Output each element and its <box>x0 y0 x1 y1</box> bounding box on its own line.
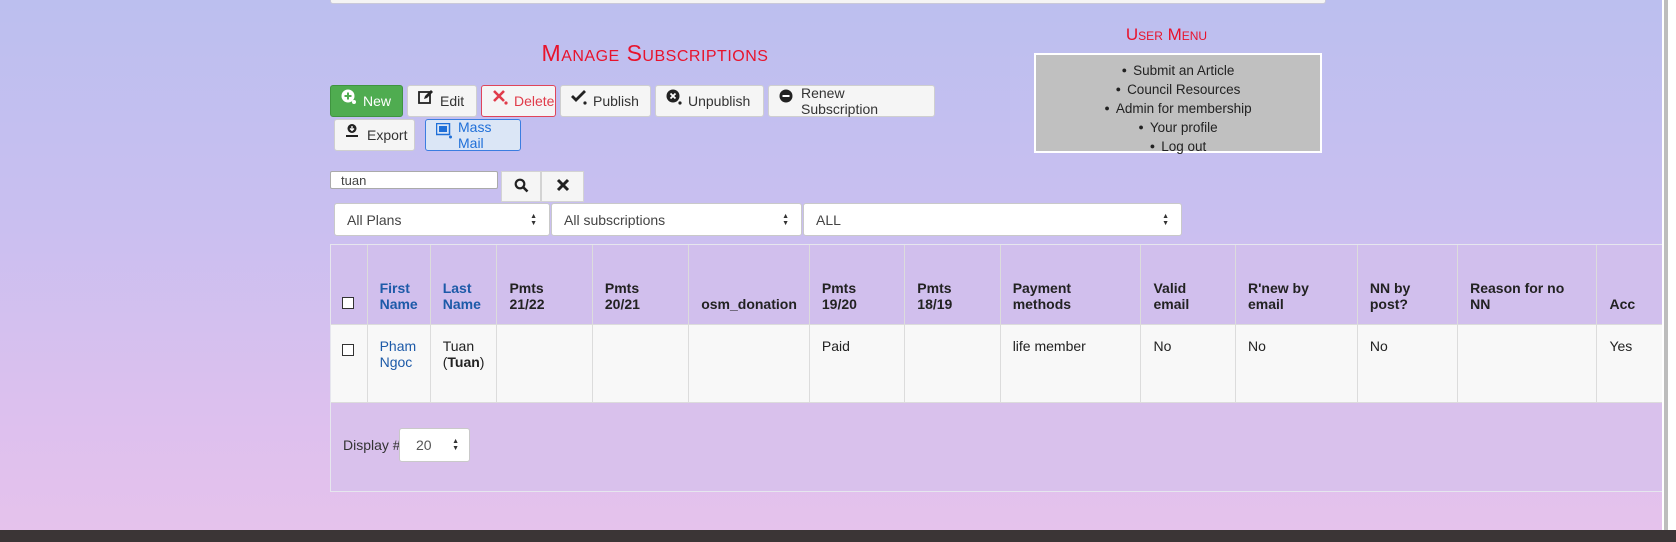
delete-button[interactable]: Delete <box>481 85 556 117</box>
user-menu-item-log-out[interactable]: Log out <box>1036 137 1320 156</box>
display-count-value: 20 <box>416 437 432 453</box>
publish-button-label: Publish <box>593 93 639 109</box>
search-button[interactable] <box>501 171 541 202</box>
renew-by-email-header: R'new by email <box>1235 245 1358 325</box>
row-select-cell <box>331 324 368 403</box>
plus-circle-icon <box>341 89 357 105</box>
pmts-2021-header: Pmts 20/21 <box>592 245 690 325</box>
chevron-updown-icon: ▲ ▼ <box>452 438 459 452</box>
user-menu-item-admin-membership[interactable]: Admin for membership <box>1036 99 1320 118</box>
delete-x-icon <box>492 89 508 105</box>
all-filter-value: ALL <box>816 211 841 228</box>
display-count-select[interactable]: 20 ▲ ▼ <box>399 428 470 462</box>
scrollbar-thumb[interactable] <box>1664 0 1668 530</box>
unpublish-button-label: Unpublish <box>688 93 751 109</box>
mass-mail-button-label: Mass Mail <box>458 119 492 151</box>
download-icon <box>345 123 361 139</box>
user-menu-title: User Menu <box>1125 25 1208 44</box>
chevron-updown-icon: ▲ ▼ <box>1162 212 1169 227</box>
new-button[interactable]: New <box>330 85 403 117</box>
valid-email-header: Valid email <box>1140 245 1236 325</box>
search-icon <box>514 178 529 196</box>
plans-filter-value: All Plans <box>347 211 402 228</box>
osm-donation-header: osm_donation <box>688 245 810 325</box>
user-menu: Submit an Article Council Resources Admi… <box>1034 53 1322 156</box>
user-menu-item-submit-article[interactable]: Submit an Article <box>1036 61 1320 80</box>
payment-methods-cell: life member <box>1000 324 1142 403</box>
top-panel-edge <box>330 0 1326 4</box>
pmts-1819-header: Pmts 18/19 <box>904 245 1001 325</box>
chevron-updown-icon: ▲ ▼ <box>530 212 537 227</box>
pmts-2122-header: Pmts 21/22 <box>496 245 593 325</box>
pmts-1819-cell <box>904 324 1001 403</box>
subscriptions-filter-value: All subscriptions <box>564 211 666 228</box>
row-checkbox[interactable] <box>342 343 354 356</box>
nn-by-post-header: NN by post? <box>1357 245 1459 325</box>
subscriptions-filter-select[interactable]: All subscriptions ▲ ▼ <box>551 203 802 236</box>
pmts-2021-cell <box>592 324 690 403</box>
mass-mail-button[interactable]: Mass Mail <box>425 119 521 151</box>
edit-button[interactable]: Edit <box>407 85 477 117</box>
plans-filter-select[interactable]: All Plans ▲ ▼ <box>334 203 550 236</box>
export-button[interactable]: Export <box>334 119 415 151</box>
page-title: Manage Subscriptions <box>541 40 769 66</box>
close-circle-icon <box>666 89 682 105</box>
first-name-header[interactable]: First Name <box>367 245 431 325</box>
valid-email-cell: No <box>1140 324 1236 403</box>
renew-by-email-cell: No <box>1235 324 1358 403</box>
reason-no-nn-header: Reason for no NN <box>1457 245 1598 325</box>
clear-search-button[interactable] <box>541 171 584 202</box>
pmts-1920-cell: Paid <box>809 324 906 403</box>
last-name-header[interactable]: Last Name <box>430 245 498 325</box>
display-count-label: Display # <box>343 437 401 453</box>
last-name-cell: Tuan (Tuan) <box>430 324 498 403</box>
close-icon <box>556 178 570 195</box>
subscriptions-table-container: First Name Last Name Pmts 21/22 Pmts 20/21… <box>330 244 1676 492</box>
delete-button-label: Delete <box>514 93 555 109</box>
nn-by-post-cell: No <box>1357 324 1459 403</box>
minus-circle-icon <box>779 89 795 105</box>
new-button-label: New <box>363 93 392 109</box>
edit-button-label: Edit <box>440 93 465 109</box>
all-filter-select[interactable]: ALL ▲ ▼ <box>803 203 1182 236</box>
renew-subscription-button[interactable]: Renew Subscription <box>768 85 935 117</box>
export-button-label: Export <box>367 127 408 143</box>
page-footer <box>0 530 1676 542</box>
unpublish-button[interactable]: Unpublish <box>655 85 764 117</box>
osm-donation-cell <box>688 324 810 403</box>
publish-button[interactable]: Publish <box>560 85 651 117</box>
reason-no-nn-cell <box>1457 324 1598 403</box>
first-name-cell[interactable]: Pham Ngoc <box>367 324 431 403</box>
select-all-header <box>331 245 368 325</box>
user-menu-item-council-resources[interactable]: Council Resources <box>1036 80 1320 99</box>
pmts-1920-header: Pmts 19/20 <box>809 245 906 325</box>
chevron-updown-icon: ▲ ▼ <box>782 212 789 227</box>
search-input[interactable] <box>330 171 498 189</box>
table-row: Pham Ngoc Tuan (Tuan) Paid life member No … <box>331 324 1675 403</box>
select-all-checkbox[interactable] <box>342 296 354 309</box>
check-icon <box>571 89 587 105</box>
pmts-2122-cell <box>496 324 593 403</box>
edit-icon <box>418 89 434 105</box>
payment-methods-header: Payment methods <box>1000 245 1142 325</box>
monitor-icon <box>436 123 452 139</box>
user-menu-item-your-profile[interactable]: Your profile <box>1036 118 1320 137</box>
table-header-row: First Name Last Name Pmts 21/22 Pmts 20/21… <box>331 245 1675 325</box>
subscriptions-table: First Name Last Name Pmts 21/22 Pmts 20/21… <box>331 245 1675 403</box>
renew-subscription-button-label: Renew Subscription <box>801 85 879 117</box>
